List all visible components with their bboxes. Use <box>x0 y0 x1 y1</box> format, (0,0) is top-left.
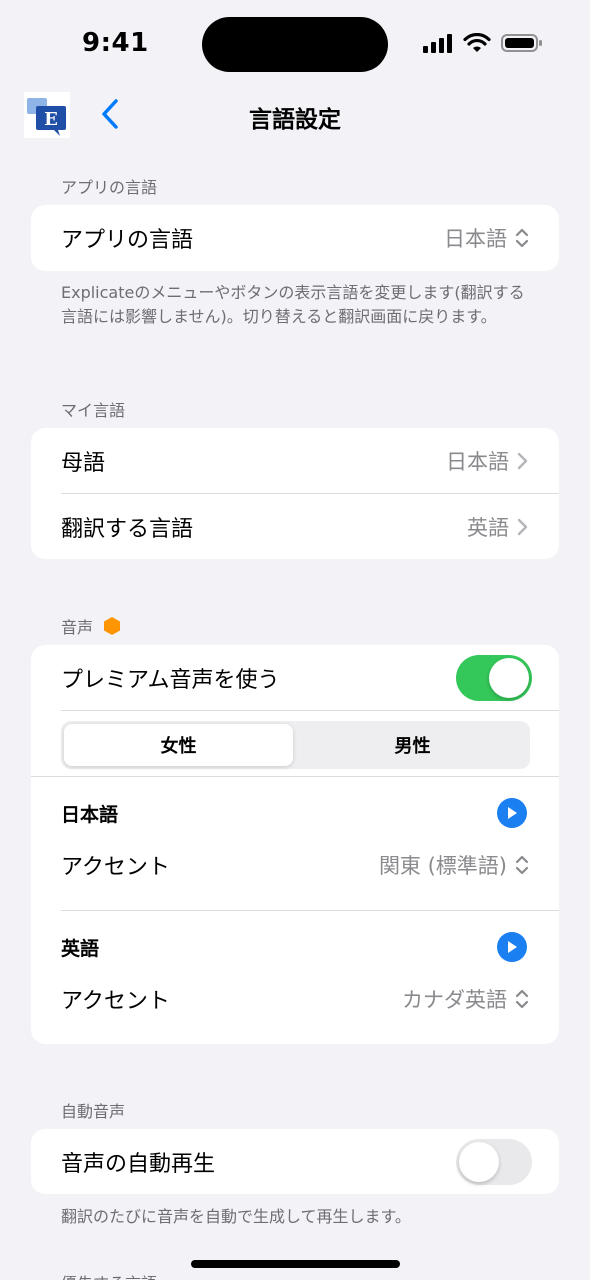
row-value-group: 日本語 <box>446 446 529 476</box>
play-sample-button[interactable] <box>497 932 527 962</box>
cellular-signal-icon <box>423 34 452 53</box>
chevron-up-down-icon <box>515 855 529 875</box>
row-divider <box>61 910 559 911</box>
section-header-text: 自動音声 <box>61 1102 126 1121</box>
app-language-picker[interactable]: 日本語 <box>444 223 529 253</box>
row-value: 英語 <box>467 515 509 540</box>
section-header-text: マイ言語 <box>61 401 126 420</box>
app-language-card: アプリの言語 日本語 <box>31 205 559 271</box>
row-label: 音声の自動再生 <box>61 1151 216 1177</box>
row-label: プレミアム音声を使う <box>61 667 280 693</box>
play-icon <box>508 941 517 953</box>
auto-voice-section-header: 自動音声 <box>61 1098 125 1122</box>
home-indicator[interactable] <box>191 1260 400 1268</box>
wifi-icon <box>463 33 491 52</box>
section-header-text: 音声 <box>61 618 94 637</box>
voice-language-row: 英語 <box>31 919 559 975</box>
status-time: 9:41 <box>82 28 149 58</box>
voice-card: プレミアム音声を使う 女性 男性 日本語 アクセント 関東 (標準語) 英語 ア… <box>31 645 559 1044</box>
play-sample-button[interactable] <box>497 798 527 828</box>
gender-segmented-control: 女性 男性 <box>61 721 530 769</box>
auto-voice-footnote: 翻訳のたびに音声を自動で生成して再生します。 <box>61 1207 411 1226</box>
segment-male[interactable]: 男性 <box>298 724 527 766</box>
native-language-row[interactable]: 母語 日本語 <box>31 428 559 493</box>
row-value: カナダ英語 <box>402 988 507 1012</box>
my-languages-section-header: マイ言語 <box>61 397 125 421</box>
navigation-bar: E 言語設定 <box>0 88 590 140</box>
battery-icon <box>501 34 542 52</box>
row-label: 翻訳する言語 <box>61 516 194 542</box>
voice-language-row: 日本語 <box>31 785 559 841</box>
app-language-row[interactable]: アプリの言語 日本語 <box>31 205 559 271</box>
accent-row[interactable]: アクセント カナダ英語 <box>31 971 559 1027</box>
priority-language-section-header: 優先する言語 <box>61 1270 157 1280</box>
status-bar: 9:41 <box>0 0 590 90</box>
target-language-row[interactable]: 翻訳する言語 英語 <box>31 494 559 559</box>
play-icon <box>508 807 517 819</box>
row-divider <box>31 776 559 777</box>
voice-language-name: 日本語 <box>61 803 119 826</box>
row-value-group: 英語 <box>467 512 529 542</box>
premium-voice-toggle[interactable] <box>456 655 532 701</box>
toggle-knob <box>489 658 529 698</box>
row-label: アクセント <box>61 855 170 880</box>
premium-hexagon-icon <box>104 617 121 635</box>
row-value: 関東 (標準語) <box>378 854 507 878</box>
toggle-knob <box>459 1142 499 1182</box>
page-title: 言語設定 <box>249 107 341 133</box>
auto-voice-card: 音声の自動再生 <box>31 1129 559 1194</box>
row-label: アクセント <box>61 989 170 1014</box>
chevron-up-down-icon <box>515 228 529 248</box>
chevron-right-icon <box>517 518 528 535</box>
voice-section-header: 音声 <box>61 614 121 638</box>
row-label: 母語 <box>61 450 106 476</box>
row-divider <box>61 710 559 711</box>
section-header-text: アプリの言語 <box>61 178 158 197</box>
chevron-up-down-icon <box>515 989 529 1009</box>
accent-row[interactable]: アクセント 関東 (標準語) <box>31 837 559 893</box>
row-value: 日本語 <box>446 449 509 474</box>
auto-play-row: 音声の自動再生 <box>31 1129 559 1194</box>
auto-play-toggle[interactable] <box>456 1139 532 1185</box>
segment-female[interactable]: 女性 <box>64 724 293 766</box>
my-languages-card: 母語 日本語 翻訳する言語 英語 <box>31 428 559 559</box>
app-language-footnote: Explicateのメニューやボタンの表示言語を変更します(翻訳する言語には影響… <box>61 283 525 326</box>
premium-voice-row: プレミアム音声を使う <box>31 645 559 710</box>
dynamic-island <box>202 17 388 72</box>
app-language-section-header: アプリの言語 <box>61 174 157 198</box>
status-icons <box>423 33 543 53</box>
accent-picker[interactable]: 関東 (標準語) <box>379 850 529 880</box>
accent-picker[interactable]: カナダ英語 <box>402 984 529 1014</box>
row-label: アプリの言語 <box>61 228 194 253</box>
chevron-right-icon <box>517 452 528 469</box>
voice-language-name: 英語 <box>61 937 100 960</box>
row-value: 日本語 <box>444 227 507 251</box>
